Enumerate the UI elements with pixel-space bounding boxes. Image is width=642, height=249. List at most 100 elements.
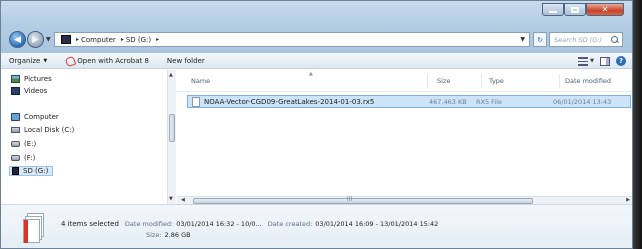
title-bar: ✕ ◀ ▶ ▼ ▸ Computer ▸ SD (G:) ▸ ▼ ↻ Searc… xyxy=(1,1,632,53)
navigation-pane: Pictures Videos Computer Local Disk (C:)… xyxy=(1,70,176,204)
date-created-value: 03/01/2014 16:09 - 13/01/2014 15:42 xyxy=(315,220,439,228)
window-edge xyxy=(633,0,642,249)
change-view-icon[interactable] xyxy=(578,56,589,66)
details-line-2: Size: 2.86 GB xyxy=(146,231,197,239)
help-icon[interactable]: ? xyxy=(616,56,626,66)
nav-item-label: Computer xyxy=(24,113,59,121)
file-icon xyxy=(192,96,200,107)
column-divider[interactable] xyxy=(427,74,428,88)
breadcrumb-separator-icon[interactable]: ▸ xyxy=(156,36,159,43)
open-with-label: Open with Acrobat 8 xyxy=(77,56,149,65)
sort-arrow-icon: ▲ xyxy=(309,71,313,77)
nav-item-label: Pictures xyxy=(24,75,52,83)
new-folder-button[interactable]: New folder xyxy=(167,57,205,65)
nav-item-computer[interactable]: Computer xyxy=(11,112,59,122)
search-input[interactable]: Search SD (G:) xyxy=(549,32,623,47)
scrollbar-thumb[interactable] xyxy=(169,114,175,142)
chevron-down-icon: ▼ xyxy=(43,57,48,64)
column-type[interactable]: Type xyxy=(489,77,504,85)
size-label: Size: xyxy=(146,231,162,239)
search-placeholder: Search SD (G:) xyxy=(554,35,603,44)
file-row[interactable]: NOAA-Vector-CGD09-GreatLakes-2014-01-03.… xyxy=(187,95,631,108)
computer-icon xyxy=(11,113,20,121)
selection-count: 4 items selected xyxy=(61,220,119,228)
refresh-button[interactable]: ↻ xyxy=(533,32,547,47)
breadcrumb-computer[interactable]: Computer xyxy=(81,36,116,44)
pictures-icon xyxy=(11,75,20,83)
drive-icon xyxy=(61,35,71,44)
refresh-icon: ↻ xyxy=(537,35,543,44)
date-modified-label: Date modified: xyxy=(124,220,174,228)
sd-card-icon xyxy=(12,167,19,175)
column-name[interactable]: Name xyxy=(191,77,210,85)
navigation-scrollbar[interactable]: ▲ ▼ xyxy=(167,70,176,204)
nav-item-label: Videos xyxy=(24,87,48,95)
file-size: 467,463 KB xyxy=(429,97,467,106)
view-options-dropdown-icon[interactable]: ▼ xyxy=(590,58,594,64)
open-with-acrobat-button[interactable]: Open with Acrobat 8 xyxy=(65,56,149,65)
back-button[interactable]: ◀ xyxy=(9,31,26,48)
maximize-button[interactable] xyxy=(564,3,586,16)
command-bar: Organize ▼ Open with Acrobat 8 New folder… xyxy=(1,53,632,69)
nav-item-sd-drive[interactable]: SD (G:) xyxy=(9,166,54,176)
nav-item-label: Local Disk (C:) xyxy=(24,126,75,134)
forward-arrow-icon: ▶ xyxy=(32,34,39,45)
window-frame: ✕ ◀ ▶ ▼ ▸ Computer ▸ SD (G:) ▸ ▼ ↻ Searc… xyxy=(0,0,633,249)
column-headers: ▲ Name Size Type Date modified xyxy=(177,70,632,92)
file-name: NOAA-Vector-CGD09-GreatLakes-2014-01-03.… xyxy=(204,97,375,106)
scroll-up-icon[interactable]: ▲ xyxy=(169,72,173,78)
disk-icon xyxy=(11,127,20,133)
caption-buttons: ✕ xyxy=(542,3,624,16)
date-modified-value: 03/01/2014 16:32 - 10/0... xyxy=(176,220,262,228)
scroll-down-icon[interactable]: ▼ xyxy=(169,196,173,202)
acrobat-icon xyxy=(65,56,74,65)
minimize-button[interactable] xyxy=(542,3,564,16)
breadcrumb-separator-icon[interactable]: ▸ xyxy=(121,36,124,43)
details-pane: 4 items selected Date modified: 03/01/20… xyxy=(1,204,632,248)
file-list: ▲ Name Size Type Date modified NOAA-Vect… xyxy=(177,70,632,204)
close-button[interactable]: ✕ xyxy=(586,3,624,16)
removable-drive-icon xyxy=(11,141,20,147)
scroll-right-icon[interactable]: ▶ xyxy=(626,197,630,203)
size-value: 2.86 GB xyxy=(164,231,191,239)
date-created-label: Date created: xyxy=(267,220,313,228)
breadcrumb-sd-drive[interactable]: SD (G:) xyxy=(126,36,151,44)
nav-item-drive-e[interactable]: (E:) xyxy=(11,139,36,149)
nav-item-label: (F:) xyxy=(24,154,36,162)
view-controls: ▼ ? xyxy=(578,56,626,66)
nav-item-drive-f[interactable]: (F:) xyxy=(11,153,35,163)
nav-item-local-disk[interactable]: Local Disk (C:) xyxy=(11,125,74,135)
organize-button[interactable]: Organize ▼ xyxy=(9,57,47,65)
videos-icon xyxy=(11,87,20,95)
navigation-bar: ◀ ▶ ▼ ▸ Computer ▸ SD (G:) ▸ ▼ ↻ Search … xyxy=(9,31,623,49)
nav-item-label: (E:) xyxy=(24,140,37,148)
nav-item-pictures[interactable]: Pictures xyxy=(11,74,52,84)
recent-pages-dropdown[interactable]: ▼ xyxy=(46,36,51,43)
nav-item-label: SD (G:) xyxy=(23,167,49,175)
maximize-icon xyxy=(571,6,579,13)
address-bar[interactable]: ▸ Computer ▸ SD (G:) ▸ ▼ xyxy=(54,32,530,47)
back-arrow-icon: ◀ xyxy=(14,34,21,45)
horizontal-scrollbar[interactable]: ◀ ||| ▶ xyxy=(177,196,632,204)
removable-drive-icon xyxy=(11,155,20,161)
explorer-window: ✕ ◀ ▶ ▼ ▸ Computer ▸ SD (G:) ▸ ▼ ↻ Searc… xyxy=(0,0,642,249)
address-dropdown-icon[interactable]: ▼ xyxy=(520,36,525,43)
close-icon: ✕ xyxy=(601,5,609,14)
scroll-left-icon[interactable]: ◀ xyxy=(181,197,185,203)
column-divider[interactable] xyxy=(559,74,560,88)
multiple-files-icon xyxy=(23,213,45,245)
column-divider[interactable] xyxy=(481,74,482,88)
breadcrumb-separator-icon[interactable]: ▸ xyxy=(76,36,79,43)
organize-label: Organize xyxy=(9,56,41,65)
nav-item-videos[interactable]: Videos xyxy=(11,86,47,96)
scrollbar-grip-icon: ||| xyxy=(347,196,353,202)
details-line-1: 4 items selected Date modified: 03/01/20… xyxy=(61,220,444,228)
column-date-modified[interactable]: Date modified xyxy=(565,77,611,85)
file-type: RX5 File xyxy=(476,97,503,106)
column-size[interactable]: Size xyxy=(437,77,450,85)
search-icon xyxy=(611,35,619,44)
file-date-modified: 06/01/2014 13:43 xyxy=(553,97,612,106)
minimize-icon xyxy=(549,10,557,13)
forward-button[interactable]: ▶ xyxy=(27,31,44,48)
preview-pane-icon[interactable] xyxy=(600,56,610,66)
